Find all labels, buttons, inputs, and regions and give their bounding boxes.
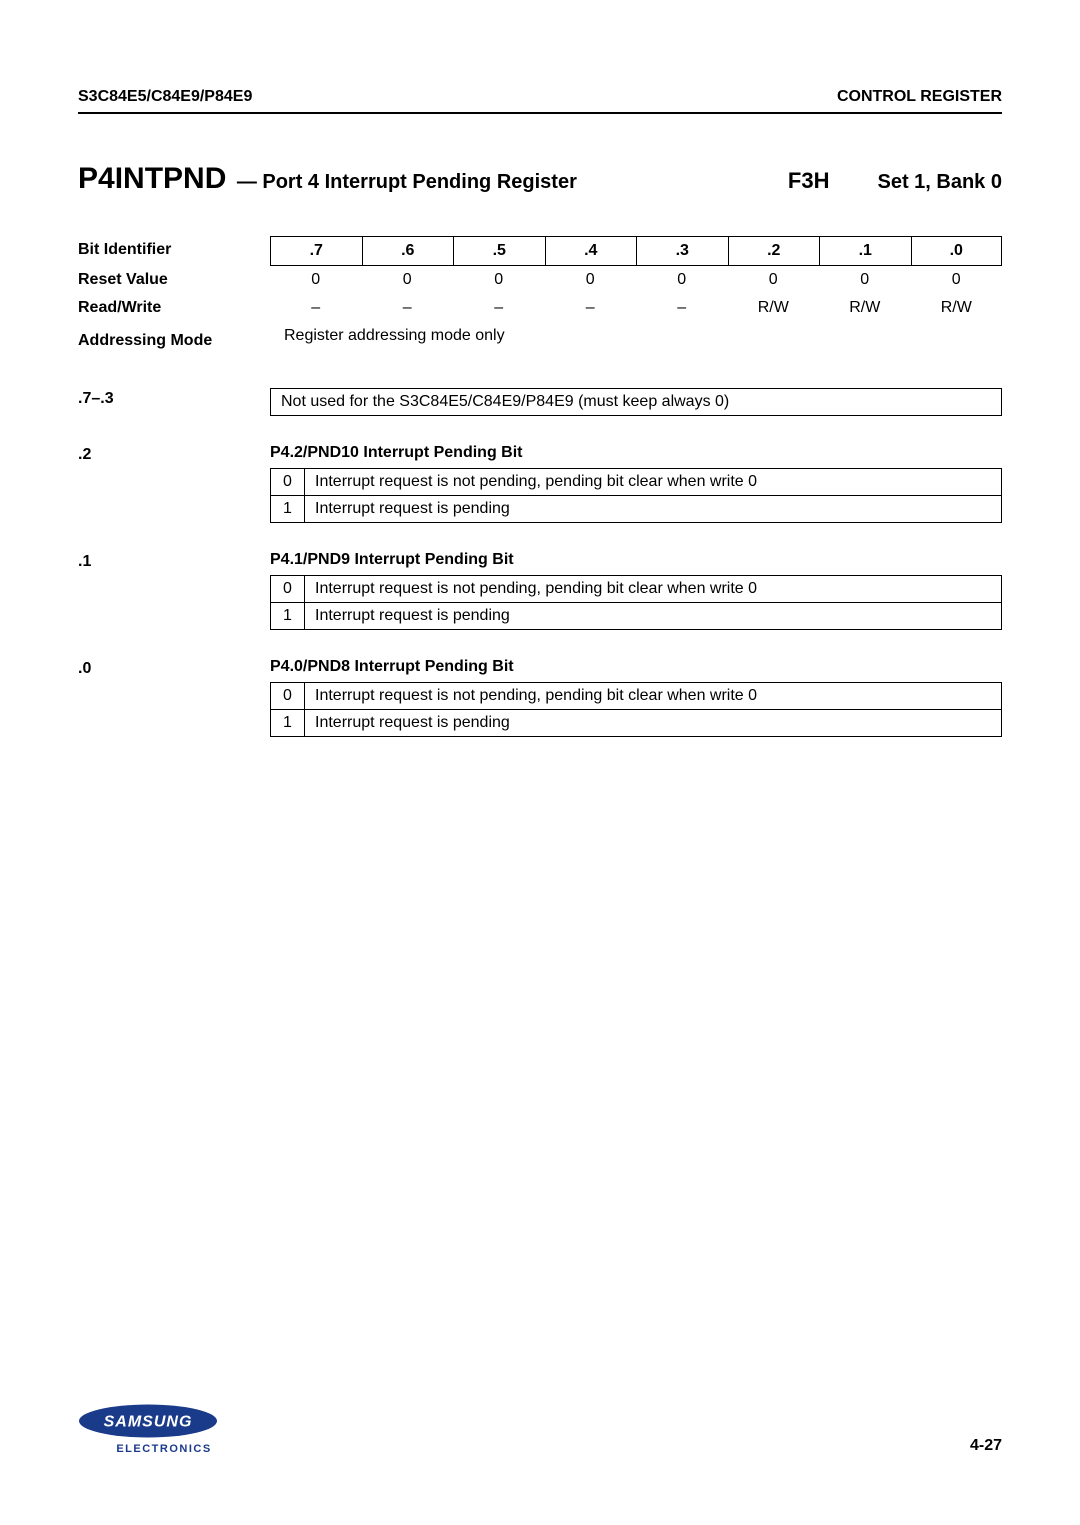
register-description: — Port 4 Interrupt Pending Register xyxy=(237,171,577,193)
bit-info-grid: Bit Identifier .7 .6 .5 .4 .3 .2 .1 .0 R… xyxy=(78,236,1002,360)
rw-val: R/W xyxy=(728,294,820,322)
samsung-logo-block: SAMSUNG ELECTRONICS xyxy=(78,1401,218,1455)
rw-val: – xyxy=(636,294,728,322)
addressing-mode-label: Addressing Mode xyxy=(78,327,270,355)
bit-title: P4.2/PND10 Interrupt Pending Bit xyxy=(270,444,1002,462)
bit-desc: Interrupt request is not pending, pendin… xyxy=(305,469,1002,496)
bit-range-label: .2 xyxy=(78,444,270,523)
bit-range-label: .7–.3 xyxy=(78,388,270,416)
bit-col: .1 xyxy=(819,236,911,266)
svg-text:SAMSUNG: SAMSUNG xyxy=(104,1414,193,1431)
table-row: 1 Interrupt request is pending xyxy=(271,603,1002,630)
rw-val: – xyxy=(362,294,454,322)
bit-desc: Interrupt request is not pending, pendin… xyxy=(305,576,1002,603)
bit-value-table: 0 Interrupt request is not pending, pend… xyxy=(270,575,1002,630)
bit-value-table: 0 Interrupt request is not pending, pend… xyxy=(270,468,1002,523)
rw-val: – xyxy=(453,294,545,322)
bit-col: .5 xyxy=(453,236,545,266)
register-set: Set 1, Bank 0 xyxy=(877,171,1002,194)
bit-col: .0 xyxy=(911,236,1003,266)
read-write-label: Read/Write xyxy=(78,294,270,322)
bit-col: .4 xyxy=(545,236,637,266)
bit-desc: Interrupt request is not pending, pendin… xyxy=(305,683,1002,710)
bit-desc: Interrupt request is pending xyxy=(305,496,1002,523)
bit-section: .7–.3 Not used for the S3C84E5/C84E9/P84… xyxy=(78,388,1002,416)
bit-identifier-label: Bit Identifier xyxy=(78,236,270,266)
bit-col: .2 xyxy=(728,236,820,266)
reset-val: 0 xyxy=(453,266,545,294)
reset-val: 0 xyxy=(819,266,911,294)
reset-val: 0 xyxy=(636,266,728,294)
bit-section: .2 P4.2/PND10 Interrupt Pending Bit 0 In… xyxy=(78,444,1002,523)
bit-value-table: 0 Interrupt request is not pending, pend… xyxy=(270,682,1002,737)
bit-title: P4.0/PND8 Interrupt Pending Bit xyxy=(270,658,1002,676)
header-left: S3C84E5/C84E9/P84E9 xyxy=(78,88,252,106)
reset-val: 0 xyxy=(911,266,1003,294)
header-right: CONTROL REGISTER xyxy=(837,88,1002,106)
table-row: 1 Interrupt request is pending xyxy=(271,710,1002,737)
table-row: 0 Interrupt request is not pending, pend… xyxy=(271,576,1002,603)
bit-val: 0 xyxy=(271,576,305,603)
table-row: 0 Interrupt request is not pending, pend… xyxy=(271,469,1002,496)
reset-val: 0 xyxy=(270,266,362,294)
table-row: 0 Interrupt request is not pending, pend… xyxy=(271,683,1002,710)
bit-note: Not used for the S3C84E5/C84E9/P84E9 (mu… xyxy=(270,388,1002,416)
rw-val: – xyxy=(545,294,637,322)
addressing-mode-text: Register addressing mode only xyxy=(270,327,1002,355)
rw-val: R/W xyxy=(911,294,1003,322)
register-title-row: P4INTPND — Port 4 Interrupt Pending Regi… xyxy=(78,162,1002,196)
reset-val: 0 xyxy=(362,266,454,294)
bit-val: 1 xyxy=(271,496,305,523)
bit-col: .3 xyxy=(636,236,728,266)
bit-desc: Interrupt request is pending xyxy=(305,603,1002,630)
bit-val: 1 xyxy=(271,710,305,737)
bit-range-label: .0 xyxy=(78,658,270,737)
bit-section: .0 P4.0/PND8 Interrupt Pending Bit 0 Int… xyxy=(78,658,1002,737)
bit-val: 0 xyxy=(271,469,305,496)
bit-col: .6 xyxy=(362,236,454,266)
table-row: 1 Interrupt request is pending xyxy=(271,496,1002,523)
reset-val: 0 xyxy=(728,266,820,294)
bit-desc: Interrupt request is pending xyxy=(305,710,1002,737)
page-footer: SAMSUNG ELECTRONICS 4-27 xyxy=(78,1401,1002,1455)
electronics-text: ELECTRONICS xyxy=(116,1443,211,1455)
register-name: P4INTPND xyxy=(78,162,226,195)
bit-title: P4.1/PND9 Interrupt Pending Bit xyxy=(270,551,1002,569)
rw-val: R/W xyxy=(819,294,911,322)
reset-val: 0 xyxy=(545,266,637,294)
rw-val: – xyxy=(270,294,362,322)
bit-col: .7 xyxy=(270,236,362,266)
bit-val: 1 xyxy=(271,603,305,630)
register-address: F3H xyxy=(788,168,830,194)
samsung-logo-icon: SAMSUNG xyxy=(78,1401,218,1441)
page-header: S3C84E5/C84E9/P84E9 CONTROL REGISTER xyxy=(78,88,1002,114)
reset-value-label: Reset Value xyxy=(78,266,270,294)
page-number: 4-27 xyxy=(970,1437,1002,1455)
bit-range-label: .1 xyxy=(78,551,270,630)
bit-val: 0 xyxy=(271,683,305,710)
bit-section: .1 P4.1/PND9 Interrupt Pending Bit 0 Int… xyxy=(78,551,1002,630)
